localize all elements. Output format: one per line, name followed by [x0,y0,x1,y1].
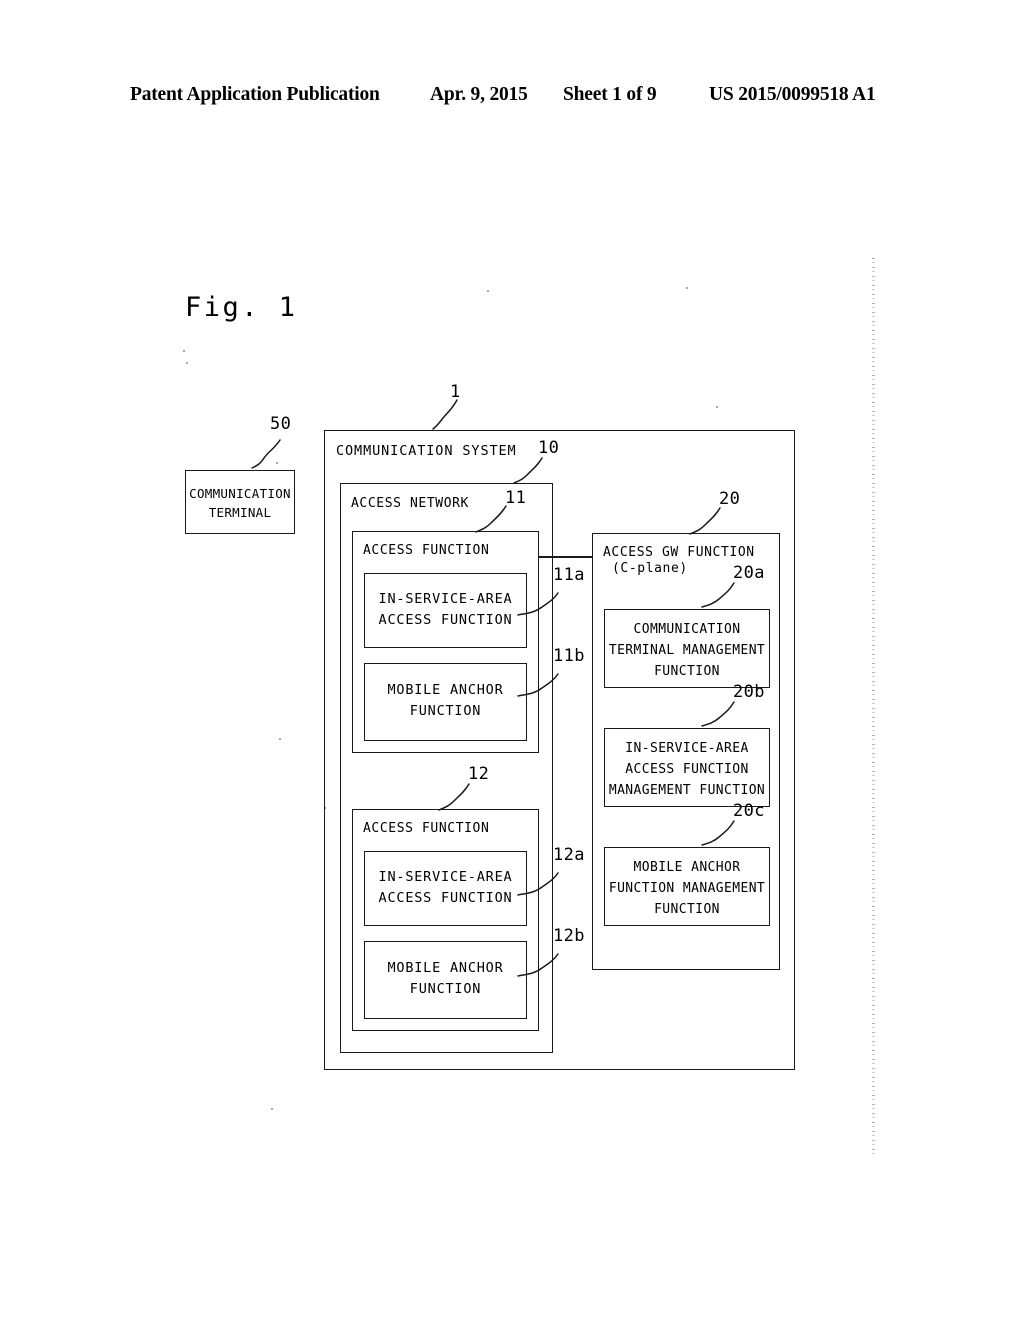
leader-line-50 [251,439,281,469]
scan-dust [487,290,489,292]
ref-20: 20 [719,489,741,509]
leader-line-12 [438,783,470,811]
scan-dust [716,406,718,408]
ref-12a: 12a [553,845,585,865]
mobile-anchor-function-11b-label: MOBILE ANCHOR FUNCTION [387,682,504,719]
in-service-area-access-function-11a-box: IN-SERVICE-AREA ACCESS FUNCTION [364,573,527,648]
leader-line-11b [517,673,559,697]
mobile-anchor-function-management-function-20c-label: MOBILE ANCHOR FUNCTION MANAGEMENT FUNCTI… [608,860,766,917]
in-service-area-access-function-12a-label: IN-SERVICE-AREA ACCESS FUNCTION [378,869,513,906]
scan-dust [324,807,326,809]
header-patent-number: US 2015/0099518 A1 [709,84,876,105]
ref-12: 12 [468,764,490,784]
ref-1: 1 [450,382,461,402]
access-function-11-title: ACCESS FUNCTION [363,543,490,558]
access-gw-function-title-line1: ACCESS GW FUNCTION [603,545,755,560]
communication-terminal-management-function-20a-box: COMMUNICATION TERMINAL MANAGEMENT FUNCTI… [604,609,770,688]
communication-system-title: COMMUNICATION SYSTEM [336,443,517,459]
figure-label: Fig. 1 [185,292,298,323]
leader-line-20a [701,582,735,608]
page-header: Patent Application Publication Apr. 9, 2… [0,84,1024,112]
ref-20b: 20b [733,682,765,702]
patent-figure-page: Patent Application Publication Apr. 9, 2… [0,0,1024,1320]
scan-edge-artifact [872,258,875,1158]
access-gw-function-title-line2: (C-plane) [612,561,688,576]
leader-line-11a [517,592,559,616]
in-service-area-access-function-management-function-20b-label: IN-SERVICE-AREA ACCESS FUNCTION MANAGEME… [608,741,766,798]
access-network-title: ACCESS NETWORK [351,496,469,511]
leader-line-20b [701,701,735,727]
ref-11b: 11b [553,646,585,666]
mobile-anchor-function-11b-box: MOBILE ANCHOR FUNCTION [364,663,527,741]
header-publication-title: Patent Application Publication [130,84,380,105]
scan-dust [271,1108,273,1110]
communication-terminal-management-function-20a-label: COMMUNICATION TERMINAL MANAGEMENT FUNCTI… [608,622,766,679]
scan-dust [686,287,688,289]
mobile-anchor-function-management-function-20c-box: MOBILE ANCHOR FUNCTION MANAGEMENT FUNCTI… [604,847,770,926]
mobile-anchor-function-12b-box: MOBILE ANCHOR FUNCTION [364,941,527,1019]
header-sheet-number: Sheet 1 of 9 [563,84,657,105]
ref-50: 50 [270,414,292,434]
communication-terminal-box: COMMUNICATION TERMINAL [185,470,295,534]
leader-line-1 [432,399,458,430]
scan-dust [183,350,185,352]
access-function-12-title: ACCESS FUNCTION [363,821,490,836]
ref-12b: 12b [553,926,585,946]
header-publication-date: Apr. 9, 2015 [430,84,528,105]
in-service-area-access-function-management-function-20b-box: IN-SERVICE-AREA ACCESS FUNCTION MANAGEME… [604,728,770,807]
ref-20a: 20a [733,563,765,583]
mobile-anchor-function-12b-label: MOBILE ANCHOR FUNCTION [387,960,504,997]
leader-line-12b [517,953,559,977]
leader-line-11 [475,505,507,533]
leader-line-12a [517,872,559,896]
ref-10: 10 [538,438,560,458]
ref-11a: 11a [553,565,585,585]
leader-line-20 [689,507,721,535]
leader-line-10 [513,457,543,484]
leader-line-20c [701,820,735,846]
communication-terminal-label: COMMUNICATION TERMINAL [189,486,291,520]
scan-dust [279,738,281,740]
scan-dust [186,362,188,364]
ref-20c: 20c [733,801,765,821]
connector-line-access-function-to-gw [539,556,593,558]
in-service-area-access-function-11a-label: IN-SERVICE-AREA ACCESS FUNCTION [378,591,513,628]
scan-dust [276,462,278,464]
ref-11: 11 [505,488,527,508]
in-service-area-access-function-12a-box: IN-SERVICE-AREA ACCESS FUNCTION [364,851,527,926]
